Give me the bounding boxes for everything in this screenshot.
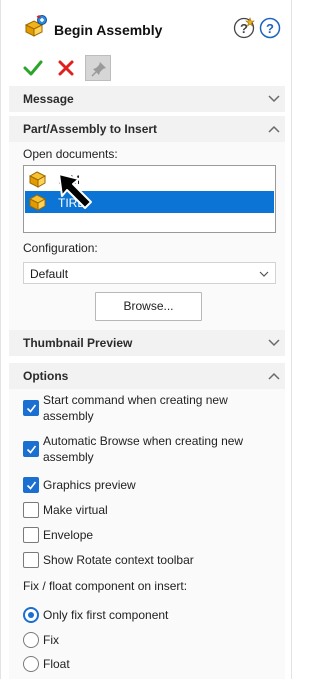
automatic-browse-checkbox[interactable] xyxy=(23,441,39,457)
make-virtual-label: Make virtual xyxy=(43,503,108,517)
cancel-button[interactable] xyxy=(56,58,76,78)
chevron-down-icon xyxy=(259,271,269,277)
chevron-up-icon[interactable] xyxy=(267,122,281,136)
pin-button[interactable] xyxy=(85,55,111,81)
make-virtual-checkbox[interactable] xyxy=(23,502,39,518)
automatic-browse-label: Automatic Browse when creating new assem… xyxy=(43,434,244,464)
section-thumbnail-header[interactable]: Thumbnail Preview xyxy=(9,330,285,356)
chevron-up-icon[interactable] xyxy=(267,369,281,383)
fix-label: Fix xyxy=(43,633,59,647)
svg-text:?: ? xyxy=(266,21,274,36)
mouse-cursor-icon xyxy=(57,172,97,213)
help-icon[interactable]: ? xyxy=(259,17,281,39)
configuration-label: Configuration: xyxy=(23,241,98,255)
section-message-header[interactable]: Message xyxy=(9,86,285,112)
part-icon xyxy=(28,193,49,214)
ok-button[interactable] xyxy=(23,58,43,78)
close-icon xyxy=(58,60,74,76)
fix-float-label: Fix / float component on insert: xyxy=(23,579,188,593)
chevron-down-icon[interactable] xyxy=(267,92,281,106)
graphics-preview-label: Graphics preview xyxy=(43,478,136,492)
section-part-insert-header[interactable]: Part/Assembly to Insert xyxy=(9,116,285,142)
panel-header: Begin Assembly ? ? xyxy=(1,0,291,50)
show-rotate-toolbar-label: Show Rotate context toolbar xyxy=(43,553,194,567)
part-icon xyxy=(28,170,49,191)
check-icon xyxy=(26,445,37,454)
float-radio[interactable] xyxy=(23,656,39,672)
check-icon xyxy=(26,404,37,413)
browse-button[interactable]: Browse... xyxy=(95,292,202,321)
property-manager-panel: Begin Assembly ? ? Message Part/Assembly… xyxy=(0,0,292,679)
graphics-preview-checkbox[interactable] xyxy=(23,477,39,493)
start-command-label: Start command when creating new assembly xyxy=(43,393,228,423)
float-label: Float xyxy=(43,657,70,671)
pin-icon xyxy=(91,62,106,77)
fix-radio[interactable] xyxy=(23,632,39,648)
show-rotate-toolbar-checkbox[interactable] xyxy=(23,552,39,568)
begin-assembly-icon xyxy=(24,15,48,37)
envelope-checkbox[interactable] xyxy=(23,527,39,543)
section-options-header[interactable]: Options xyxy=(9,363,285,389)
check-icon xyxy=(26,481,37,490)
start-command-checkbox[interactable] xyxy=(23,400,39,416)
only-fix-first-label: Only fix first component xyxy=(43,608,169,622)
whats-new-help-icon[interactable]: ? xyxy=(233,17,255,39)
check-icon xyxy=(23,60,43,76)
only-fix-first-radio[interactable] xyxy=(23,607,39,623)
action-toolbar xyxy=(1,50,291,88)
svg-text:?: ? xyxy=(240,21,248,36)
envelope-label: Envelope xyxy=(43,528,94,542)
open-documents-label: Open documents: xyxy=(23,147,118,161)
chevron-down-icon[interactable] xyxy=(267,336,281,350)
configuration-select[interactable]: Default xyxy=(23,262,276,284)
page-title: Begin Assembly xyxy=(54,22,163,38)
